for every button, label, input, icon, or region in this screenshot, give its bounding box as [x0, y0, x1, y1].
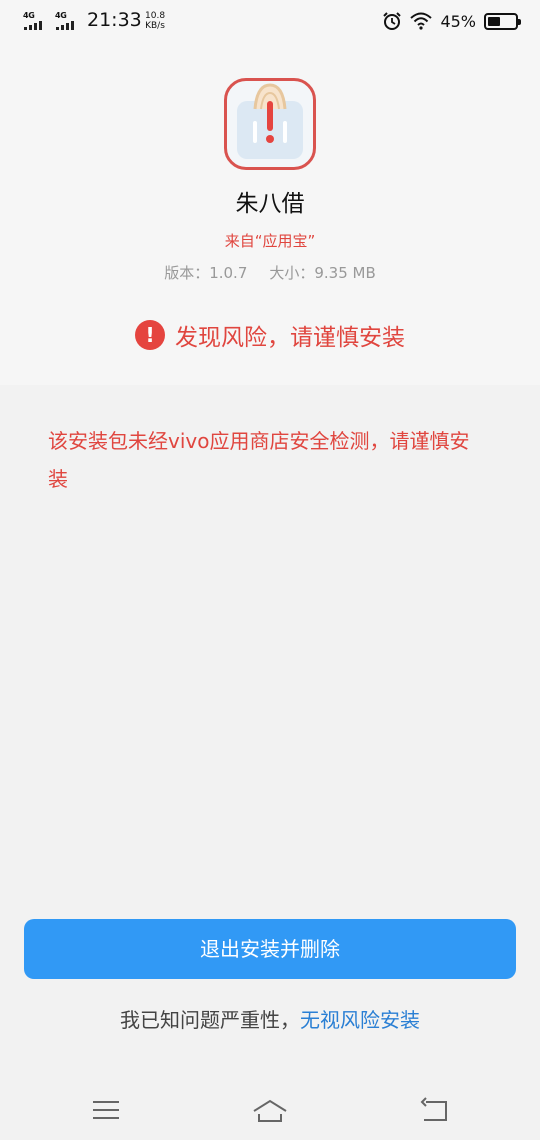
ignore-risk-prefix: 我已知问题严重性， [120, 1008, 300, 1032]
back-icon[interactable] [414, 1090, 454, 1130]
alarm-icon [383, 12, 402, 30]
network-type-label: 4G [55, 11, 67, 20]
signal-icon: 4G [55, 11, 83, 31]
app-meta: 版本：1.0.7 大小：9.35 MB [0, 262, 540, 283]
install-screen: 4G 4G 21:33 10.8 KB/s 45% 朱八借 来自“应用宝” 版本… [0, 0, 540, 1140]
exclamation-icon: ! [135, 320, 165, 350]
exit-and-delete-button[interactable]: 退出安装并删除 [24, 919, 516, 979]
battery-icon [484, 12, 521, 30]
network-speed-value: 10.8 [145, 11, 166, 21]
signal-icon: 4G [23, 11, 51, 31]
app-source: 来自“应用宝” [224, 232, 316, 250]
app-version: 版本：1.0.7 [164, 264, 248, 282]
ignore-risk-install-link[interactable]: 无视风险安装 [300, 1008, 420, 1032]
battery-level-fill [488, 16, 500, 26]
battery-percent: 45% [440, 11, 476, 31]
network-type-label: 4G [23, 11, 35, 20]
risk-title: 发现风险，请谨慎安装 [175, 325, 405, 351]
app-icon [224, 78, 316, 170]
app-name: 朱八借 [235, 191, 305, 217]
network-speed: 10.8 KB/s [145, 11, 165, 31]
menu-icon[interactable] [86, 1090, 126, 1130]
home-icon[interactable] [250, 1090, 290, 1130]
status-bar: 4G 4G 21:33 10.8 KB/s 45% [0, 0, 540, 44]
app-size: 大小：9.35 MB [269, 264, 376, 282]
wifi-icon [410, 12, 433, 30]
clock: 21:33 [87, 9, 142, 31]
app-info-header: 朱八借 来自“应用宝” 版本：1.0.7 大小：9.35 MB ! 发现风险，请谨… [0, 44, 540, 385]
ignore-risk-row: 我已知问题严重性，无视风险安装 [0, 1004, 540, 1033]
network-speed-unit: KB/s [145, 21, 165, 31]
navigation-bar [0, 1080, 540, 1140]
risk-banner: ! 发现风险，请谨慎安装 [0, 318, 540, 352]
security-warning-text: 该安装包未经vivo应用商店安全检测，请谨慎安装 [48, 429, 470, 491]
